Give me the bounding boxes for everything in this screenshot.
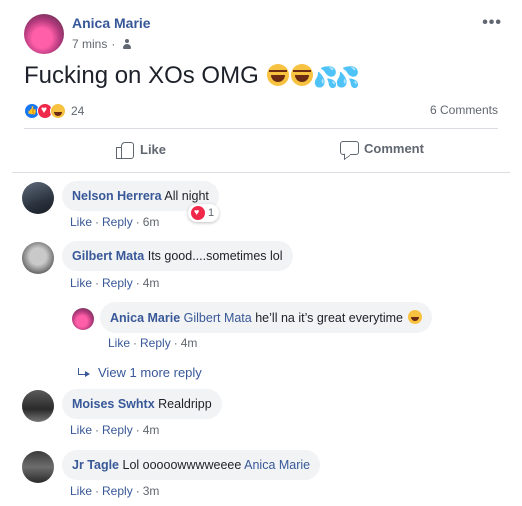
comment-actions: Like · Reply · 6m <box>70 215 159 229</box>
comment-time[interactable]: 6m <box>143 215 160 229</box>
comment-actions: Like · Reply · 4m <box>70 276 159 290</box>
like-button[interactable]: Like <box>116 140 167 159</box>
separator: · <box>173 336 178 350</box>
love-reaction-icon <box>191 206 205 220</box>
commenter-name[interactable]: Moises Swhtx <box>72 397 155 411</box>
reply-reply-link[interactable]: Reply <box>140 336 171 350</box>
comment-text: Its good....sometimes lol <box>147 249 283 263</box>
separator: · <box>135 484 140 498</box>
reply-arrow-icon <box>78 367 90 378</box>
commenter-avatar[interactable] <box>22 390 54 422</box>
post-time[interactable]: 7 mins <box>72 37 107 51</box>
reaction-count[interactable]: 24 <box>71 104 84 118</box>
commenter-avatar[interactable] <box>22 182 54 214</box>
author-avatar[interactable] <box>24 14 64 54</box>
post-meta: 7 mins · <box>72 37 133 51</box>
separator: · <box>133 336 138 350</box>
reply-author-avatar[interactable] <box>72 308 94 330</box>
comment-reply-link[interactable]: Reply <box>102 276 133 290</box>
post-author-name[interactable]: Anica Marie <box>72 15 151 31</box>
comment-reply-link[interactable]: Reply <box>102 215 133 229</box>
divider <box>24 128 498 129</box>
comment-bubble: Gilbert Mata Its good....sometimes lol <box>62 241 293 271</box>
comment-button[interactable]: Comment <box>340 140 424 156</box>
separator: · <box>135 276 140 290</box>
comment-text: All night <box>164 189 209 203</box>
comment-reaction-badge[interactable]: 1 <box>188 204 220 222</box>
laughing-tears-emoji-icon <box>267 64 290 86</box>
post-text: Fucking on XOs OMG 💦💦 <box>24 62 360 90</box>
commenter-avatar[interactable] <box>22 451 54 483</box>
like-button-label: Like <box>140 141 167 157</box>
laughing-tears-emoji-icon <box>291 64 314 86</box>
reply-author-name[interactable]: Anica Marie <box>110 311 180 325</box>
separator: · <box>135 423 140 437</box>
commenter-name[interactable]: Gilbert Mata <box>72 249 144 263</box>
comment-time[interactable]: 4m <box>143 276 160 290</box>
more-options-icon[interactable]: ••• <box>482 14 502 32</box>
comment-bubble-icon <box>340 140 359 156</box>
view-more-replies-label: View 1 more reply <box>98 365 202 380</box>
commenter-name[interactable]: Nelson Herrera <box>72 189 162 203</box>
sweat-drops-emoji-icon: 💦💦 <box>313 67 360 89</box>
reply-time[interactable]: 4m <box>181 336 198 350</box>
haha-reaction-icon <box>50 103 66 119</box>
post-card: Anica Marie 7 mins · ••• Fucking on XOs … <box>0 0 522 506</box>
comment-button-label: Comment <box>364 140 424 156</box>
reaction-summary[interactable]: 24 <box>24 103 84 119</box>
reply-bubble: Anica Marie Gilbert Mata he’ll na it’s g… <box>100 302 433 333</box>
comment-bubble: Moises Swhtx Realdripp <box>62 389 222 419</box>
divider <box>12 172 510 173</box>
separator: · <box>95 276 100 290</box>
view-more-replies-link[interactable]: View 1 more reply <box>78 365 202 380</box>
reply-actions: Like · Reply · 4m <box>108 336 197 350</box>
laughing-tears-emoji-icon <box>408 310 423 324</box>
comment-text: Realdripp <box>158 397 212 411</box>
comment-like-link[interactable]: Like <box>70 423 92 437</box>
reply-text: he’ll na it’s great everytime <box>255 311 403 325</box>
comment-like-link[interactable]: Like <box>70 484 92 498</box>
comment-actions: Like · Reply · 4m <box>70 423 159 437</box>
comment-reply-link[interactable]: Reply <box>102 423 133 437</box>
friends-icon[interactable] <box>121 39 133 49</box>
reply-like-link[interactable]: Like <box>108 336 130 350</box>
comment-reply-link[interactable]: Reply <box>102 484 133 498</box>
commenter-avatar[interactable] <box>22 242 54 274</box>
separator: · <box>95 484 100 498</box>
comment-text: Lol ooooowwwweeee <box>122 458 242 472</box>
comment-bubble: Jr Tagle Lol ooooowwwweeee Anica Marie <box>62 450 321 480</box>
commenter-name[interactable]: Jr Tagle <box>72 458 119 472</box>
mention-link[interactable]: Anica Marie <box>244 458 310 472</box>
comment-time[interactable]: 4m <box>143 423 160 437</box>
comment-like-link[interactable]: Like <box>70 276 92 290</box>
separator: · <box>135 215 140 229</box>
thumbs-up-icon <box>116 140 134 159</box>
post-text-content: Fucking on XOs OMG <box>24 62 259 89</box>
separator: · <box>95 215 100 229</box>
comment-actions: Like · Reply · 3m <box>70 484 159 498</box>
comments-count-link[interactable]: 6 Comments <box>430 103 498 117</box>
comment-reaction-count: 1 <box>208 207 215 219</box>
separator: · <box>95 423 100 437</box>
comment-time[interactable]: 3m <box>143 484 160 498</box>
mention-link[interactable]: Gilbert Mata <box>184 311 252 325</box>
meta-separator: · <box>111 37 116 51</box>
comment-like-link[interactable]: Like <box>70 215 92 229</box>
